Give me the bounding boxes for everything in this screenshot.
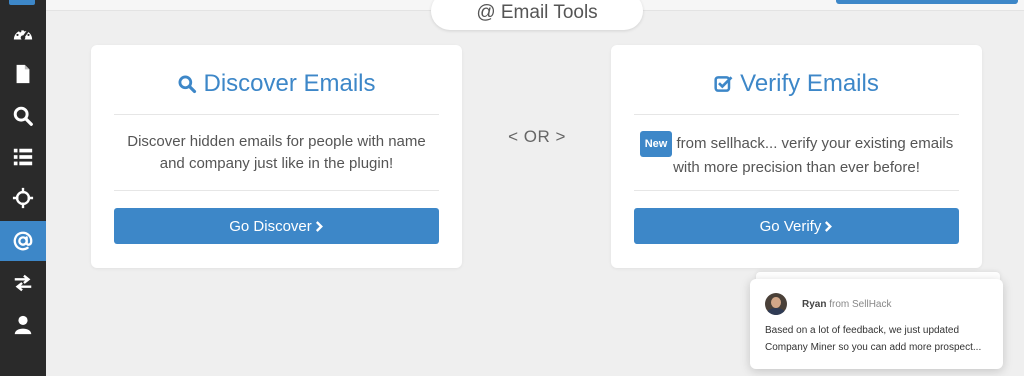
sidebar-item-dashboard[interactable]	[0, 14, 46, 54]
sidebar	[0, 0, 46, 376]
verify-title: Verify Emails	[740, 70, 879, 97]
go-discover-button[interactable]: Go Discover	[114, 208, 439, 244]
app-logo[interactable]	[9, 0, 35, 5]
checkbox-icon	[714, 76, 733, 92]
verify-description: from sellhack... verify your existing em…	[673, 135, 954, 176]
chat-sender: Ryan from SellHack	[802, 299, 891, 310]
sidebar-item-email-tools[interactable]	[0, 221, 46, 261]
sidebar-item-transfer[interactable]	[0, 263, 46, 303]
go-verify-label: Go Verify	[759, 217, 822, 235]
verify-description-block: New from sellhack... verify your existin…	[633, 131, 960, 179]
search-icon	[13, 106, 33, 126]
chat-message: Based on a lot of feedback, we just upda…	[765, 325, 982, 353]
avatar	[765, 293, 787, 315]
exchange-icon	[14, 274, 32, 292]
sidebar-item-search[interactable]	[0, 96, 46, 136]
chat-sender-name: Ryan	[802, 299, 827, 310]
divider	[114, 190, 439, 191]
at-sign-icon	[13, 231, 33, 251]
divider	[634, 114, 959, 115]
verify-emails-card: Verify Emails New from sellhack... verif…	[611, 45, 982, 268]
dashboard-icon	[13, 29, 33, 40]
crosshair-icon	[12, 187, 34, 209]
go-discover-label: Go Discover	[229, 217, 312, 235]
sidebar-item-account[interactable]	[0, 305, 46, 345]
sidebar-item-list[interactable]	[0, 137, 46, 177]
search-icon	[178, 75, 197, 94]
user-icon	[14, 315, 32, 335]
page-title: @ Email Tools	[431, 0, 643, 30]
document-icon	[16, 64, 30, 84]
discover-title: Discover Emails	[203, 70, 376, 97]
sidebar-item-target[interactable]	[0, 178, 46, 218]
list-icon	[13, 148, 33, 166]
chat-popup[interactable]: Ryan from SellHack Based on a lot of fee…	[750, 279, 1003, 369]
chevron-right-icon	[825, 220, 833, 232]
go-verify-button[interactable]: Go Verify	[634, 208, 959, 244]
divider	[634, 190, 959, 191]
or-separator: < OR >	[508, 127, 566, 146]
discover-description: Discover hidden emails for people with n…	[127, 133, 426, 172]
new-badge: New	[639, 131, 673, 157]
divider	[114, 114, 439, 115]
sidebar-item-documents[interactable]	[0, 54, 46, 94]
chat-sender-org: from SellHack	[829, 299, 892, 310]
chevron-right-icon	[315, 220, 323, 232]
discover-emails-card: Discover Emails Discover hidden emails f…	[91, 45, 462, 268]
top-action-button[interactable]	[836, 0, 1018, 4]
